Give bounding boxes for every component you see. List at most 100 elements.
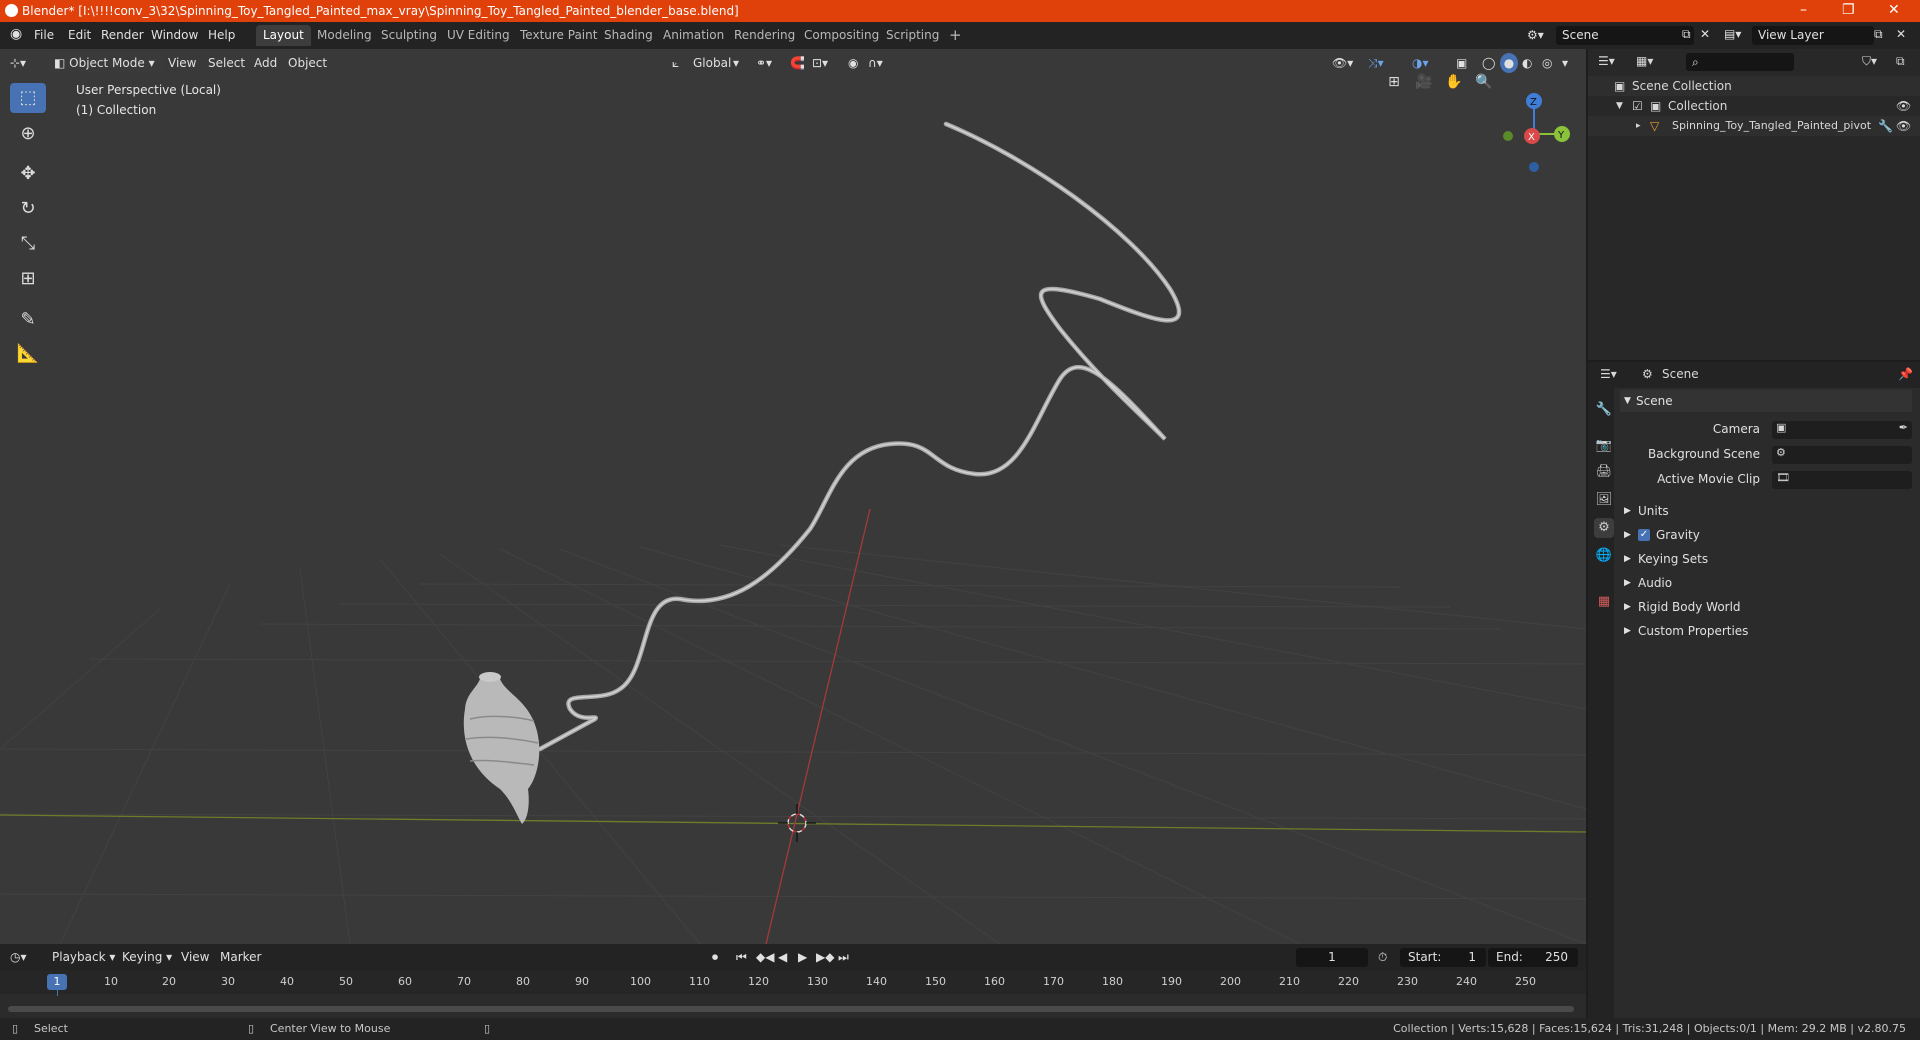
view-layer-field[interactable]: View Layer: [1752, 26, 1874, 45]
visibility-icon[interactable]: 👁▾: [1332, 53, 1353, 73]
view-layer-tab-icon[interactable]: 🖼: [1594, 490, 1614, 510]
outliner-row-object[interactable]: ▸ ▽ Spinning_Toy_Tangled_Painted_pivot 🔧…: [1588, 116, 1920, 136]
world-tab-icon[interactable]: 🌐: [1594, 546, 1614, 566]
tab-uv-editing[interactable]: UV Editing: [440, 25, 517, 46]
new-scene-icon[interactable]: ⧉: [1682, 27, 1691, 42]
object-visibility-icon[interactable]: 👁: [1896, 116, 1911, 136]
view-layer-icon[interactable]: ▤▾: [1724, 27, 1741, 41]
tool-tab-icon[interactable]: 🔧: [1594, 400, 1614, 420]
tab-scripting[interactable]: Scripting: [879, 25, 946, 46]
menu-edit[interactable]: Edit: [68, 28, 91, 42]
start-frame-field[interactable]: Start: 1: [1400, 948, 1486, 967]
background-scene-field[interactable]: ⚙: [1772, 446, 1912, 464]
delete-view-layer-icon[interactable]: ✕: [1896, 27, 1906, 41]
close-icon[interactable]: ✕: [1888, 2, 1900, 18]
menu-file[interactable]: File: [34, 28, 54, 42]
playhead[interactable]: 1: [47, 974, 67, 990]
render-tab-icon[interactable]: 📷: [1594, 436, 1614, 456]
restore-icon[interactable]: ❐: [1842, 2, 1855, 18]
falloff-icon[interactable]: ∩▾: [868, 53, 883, 73]
new-collection-icon[interactable]: ⧉: [1896, 54, 1905, 69]
timeline-scrollbar[interactable]: [8, 1006, 1574, 1012]
eyedropper-icon[interactable]: ✒: [1899, 421, 1908, 434]
spinning-top-object[interactable]: [463, 672, 540, 824]
menu-keying[interactable]: Keying ▾: [122, 947, 172, 967]
minimize-icon[interactable]: –: [1800, 2, 1807, 18]
pin-icon[interactable]: 📌: [1898, 367, 1913, 381]
jump-start-icon[interactable]: ⏮: [736, 947, 747, 967]
navigation-gizmo[interactable]: Z Y X: [1494, 79, 1574, 189]
tab-compositing[interactable]: Compositing: [797, 25, 886, 46]
pivot-icon[interactable]: ⚭▾: [756, 53, 772, 73]
new-view-layer-icon[interactable]: ⧉: [1874, 27, 1883, 42]
mode-selector[interactable]: ◧ Object Mode ▾: [48, 53, 164, 73]
tab-layout[interactable]: Layout: [256, 25, 311, 46]
rendered-shading-icon[interactable]: ◎: [1542, 53, 1552, 73]
movie-clip-field[interactable]: 🎞: [1772, 471, 1912, 489]
gravity-checkbox[interactable]: ✓: [1638, 529, 1650, 541]
texture-tab-icon[interactable]: ▦: [1594, 592, 1614, 612]
tab-animation[interactable]: Animation: [656, 25, 731, 46]
add-workspace-icon[interactable]: +: [942, 25, 969, 46]
timeline-editor-icon[interactable]: ◷▾: [10, 947, 27, 967]
proportional-edit-icon[interactable]: ◉: [848, 53, 858, 73]
outliner-editor-icon[interactable]: ☰▾: [1598, 54, 1615, 68]
rotate-tool-icon[interactable]: ↻: [10, 194, 46, 224]
outliner-row-scene-collection[interactable]: ▣ Scene Collection: [1588, 76, 1920, 96]
gizmo-toggle-icon[interactable]: ⤨▾: [1368, 53, 1384, 73]
select-box-tool[interactable]: ⬚: [10, 83, 46, 113]
timeline-menu-view[interactable]: View: [181, 947, 209, 967]
record-icon[interactable]: ⏺: [712, 947, 718, 967]
snap-icon[interactable]: 🧲: [790, 53, 805, 73]
menu-marker[interactable]: Marker: [220, 947, 261, 967]
properties-editor-icon[interactable]: ☰▾: [1600, 367, 1617, 381]
menu-view[interactable]: View: [168, 53, 196, 73]
overlay-toggle-icon[interactable]: ◑▾: [1412, 53, 1429, 73]
transform-tool-icon[interactable]: ⊞: [10, 264, 46, 294]
blender-menu-icon[interactable]: ◉: [10, 26, 22, 42]
scene-panel-header[interactable]: ▼ Scene: [1620, 390, 1912, 412]
orientation-selector[interactable]: Global: [693, 53, 731, 73]
scene-field[interactable]: Scene: [1556, 26, 1694, 45]
menu-playback[interactable]: Playback ▾: [52, 947, 115, 967]
annotate-tool-icon[interactable]: ✎: [10, 305, 46, 335]
wireframe-shading-icon[interactable]: ◯: [1482, 53, 1495, 73]
object-expand-icon[interactable]: ▸: [1636, 116, 1641, 136]
prev-keyframe-icon[interactable]: ◆◀: [756, 947, 774, 967]
editor-type-icon[interactable]: ⊹▾: [10, 53, 26, 73]
measure-tool-icon[interactable]: 📐: [10, 339, 46, 369]
solid-shading-icon[interactable]: ●: [1500, 53, 1518, 73]
3d-viewport[interactable]: User Perspective (Local) (1) Collection …: [0, 49, 1586, 944]
move-tool-icon[interactable]: ✥: [10, 159, 46, 189]
display-mode-icon[interactable]: ▦▾: [1636, 54, 1653, 68]
filter-icon[interactable]: ⛉▾: [1862, 54, 1877, 69]
tab-texture-paint[interactable]: Texture Paint: [513, 25, 604, 46]
collection-visibility-icon[interactable]: 👁: [1896, 96, 1911, 116]
outliner-row-collection[interactable]: ▼ ☑ ▣ Collection 👁: [1588, 96, 1920, 116]
menu-help[interactable]: Help: [208, 28, 235, 42]
delete-scene-icon[interactable]: ✕: [1700, 27, 1710, 41]
shading-options-icon[interactable]: ▾: [1562, 53, 1568, 73]
current-frame-field[interactable]: 1: [1296, 948, 1368, 967]
orientation-dropdown-icon[interactable]: ▾: [733, 53, 739, 73]
next-keyframe-icon[interactable]: ▶◆: [816, 947, 834, 967]
tab-sculpting[interactable]: Sculpting: [374, 25, 444, 46]
jump-end-icon[interactable]: ⏭: [838, 947, 849, 967]
menu-render[interactable]: Render: [101, 28, 144, 42]
expand-arrow-icon[interactable]: ▼: [1616, 96, 1623, 116]
cursor-tool-icon[interactable]: ⊕: [10, 119, 46, 149]
outliner-search-input[interactable]: ⌕: [1686, 53, 1794, 71]
menu-add[interactable]: Add: [254, 53, 277, 73]
modifier-wrench-icon[interactable]: 🔧: [1878, 116, 1893, 136]
menu-window[interactable]: Window: [151, 28, 198, 42]
scale-tool-icon[interactable]: ⤡: [10, 229, 46, 259]
camera-field[interactable]: ▣ ✒: [1772, 421, 1912, 439]
xray-icon[interactable]: ▣: [1456, 53, 1467, 73]
collection-checkbox-icon[interactable]: ☑: [1632, 96, 1643, 116]
tab-modeling[interactable]: Modeling: [310, 25, 379, 46]
tab-rendering[interactable]: Rendering: [727, 25, 802, 46]
stopwatch-icon[interactable]: ⏱: [1378, 947, 1387, 967]
menu-object[interactable]: Object: [288, 53, 327, 73]
menu-select[interactable]: Select: [208, 53, 245, 73]
end-frame-field[interactable]: End: 250: [1488, 948, 1578, 967]
